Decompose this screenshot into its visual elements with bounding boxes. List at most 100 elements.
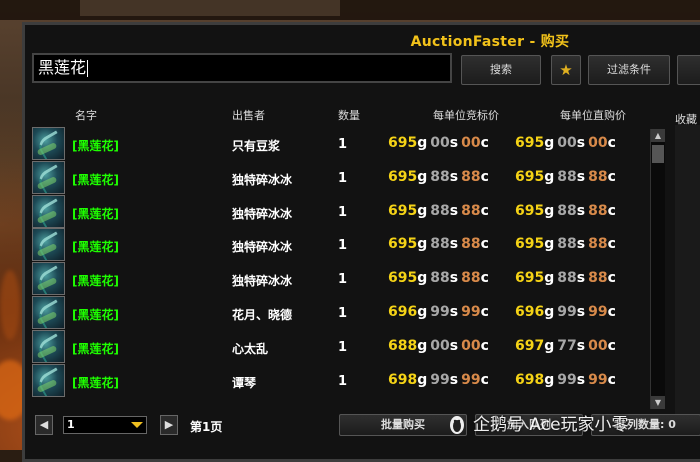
currency-c-label: c — [607, 236, 616, 253]
currency-c-label: c — [480, 337, 489, 354]
extra-button[interactable] — [677, 55, 700, 85]
black-lotus-icon[interactable] — [32, 329, 65, 363]
col-header-seller[interactable]: 出售者 — [232, 107, 265, 123]
search-button[interactable]: 搜索 — [461, 55, 541, 85]
buyout-g-value: 698 — [515, 371, 545, 388]
table-row[interactable]: [黑莲花] 独特碎冰冰 1 695g 88s 88c 695g 88s 88c — [32, 228, 652, 262]
seller-name: 只有豆浆 — [232, 139, 281, 153]
bid-s-value: 88 — [430, 270, 450, 287]
item-name[interactable]: [黑莲花] — [72, 340, 119, 357]
favorites-panel — [675, 125, 700, 415]
bid-price: 695g 88s 88c — [388, 169, 492, 185]
item-name[interactable]: [黑莲花] — [72, 272, 119, 289]
item-name[interactable]: [黑莲花] — [72, 306, 119, 323]
buyout-c-value: 99 — [588, 371, 608, 388]
seller-name: 独特碎冰冰 — [232, 206, 293, 221]
currency-g-label: g — [417, 337, 428, 354]
currency-c-label: c — [607, 337, 616, 354]
black-lotus-icon[interactable] — [32, 228, 65, 262]
quantity: 1 — [338, 272, 348, 288]
table-row[interactable]: [黑莲花] 心太乱 1 688g 00s 00c 697g 77s 00c — [32, 329, 652, 364]
table-row[interactable]: [黑莲花] 独特碎冰冰 1 695g 88s 88c 695g 88s 88c — [32, 262, 652, 296]
currency-c-label: c — [607, 304, 616, 320]
table-row[interactable]: [黑莲花] 花月、晓德 1 696g 99s 99c 696g 99s 99c — [32, 296, 652, 330]
bid-s-value: 99 — [430, 304, 450, 320]
currency-g-label: g — [544, 304, 555, 320]
bid-s-value: 00 — [430, 135, 450, 151]
currency-c-label: c — [480, 202, 489, 219]
item-name[interactable]: [黑莲花] — [72, 205, 119, 222]
col-header-bid[interactable]: 每单位竞标价 — [433, 107, 499, 123]
black-lotus-icon[interactable] — [32, 160, 65, 194]
arrow-right-icon[interactable]: ▶ — [160, 415, 178, 435]
quantity: 1 — [338, 238, 348, 254]
currency-s-label: s — [449, 168, 459, 185]
buyout-s-value: 00 — [557, 135, 577, 151]
item-name[interactable]: [黑莲花] — [72, 137, 119, 154]
favorite-button[interactable]: ★ — [551, 55, 581, 85]
col-header-buyout[interactable]: 每单位直购价 — [560, 107, 626, 123]
table-row[interactable]: [黑莲花] 谭琴 1 698g 99s 99c 698g 99s 99c — [32, 363, 652, 398]
currency-g-label: g — [417, 371, 428, 388]
results-scrollbar[interactable]: ▲ ▼ — [650, 129, 665, 409]
buyout-c-value: 88 — [588, 202, 608, 219]
quantity: 1 — [338, 204, 348, 220]
buyout-c-value: 00 — [588, 337, 608, 354]
currency-s-label: s — [576, 337, 586, 354]
buyout-c-value: 88 — [588, 168, 608, 185]
col-header-qty[interactable]: 数量 — [338, 107, 360, 123]
buyout-s-value: 88 — [557, 168, 577, 185]
black-lotus-icon[interactable] — [32, 363, 65, 397]
item-name[interactable]: [黑莲花] — [72, 238, 119, 255]
scroll-up-icon[interactable]: ▲ — [651, 129, 665, 142]
window-title: AuctionFaster - 购买 — [410, 34, 570, 50]
buyout-price: 695g 88s 88c — [515, 236, 619, 252]
filter-button[interactable]: 过滤条件 — [588, 55, 670, 85]
table-row[interactable]: [黑莲花] 独特碎冰冰 1 695g 88s 88c 695g 88s 88c — [32, 194, 652, 229]
buyout-price: 696g 99s 99c — [515, 304, 619, 320]
col-header-name[interactable]: 名字 — [75, 107, 97, 123]
currency-g-label: g — [417, 236, 428, 253]
currency-c-label: c — [480, 270, 489, 287]
page-dropdown[interactable]: 1 — [63, 416, 147, 434]
quantity: 1 — [338, 339, 348, 355]
black-lotus-icon[interactable] — [32, 194, 65, 228]
scroll-thumb[interactable] — [652, 145, 664, 163]
buyout-g-value: 695 — [515, 236, 545, 253]
bid-price: 695g 88s 88c — [388, 236, 492, 252]
bid-c-value: 99 — [461, 371, 481, 388]
item-name[interactable]: [黑莲花] — [72, 171, 119, 188]
currency-c-label: c — [480, 135, 489, 151]
table-row[interactable]: [黑莲花] 只有豆浆 1 695g 00s 00c 695g 00s 00c — [32, 127, 652, 161]
bid-s-value: 88 — [430, 202, 450, 219]
arrow-left-icon[interactable]: ◀ — [35, 415, 53, 435]
watermark-text: 企鹅号 Ace玩家小零 — [473, 415, 629, 435]
seller-name: 独特碎冰冰 — [232, 274, 293, 289]
bid-price: 698g 99s 99c — [388, 372, 492, 388]
black-lotus-icon[interactable] — [32, 262, 65, 296]
page-dropdown-value: 1 — [67, 418, 75, 431]
search-input[interactable]: 黑莲花 — [32, 53, 452, 83]
scroll-down-icon[interactable]: ▼ — [651, 396, 665, 409]
buyout-g-value: 695 — [515, 135, 545, 151]
penguin-icon — [450, 416, 464, 434]
buyout-price: 695g 88s 88c — [515, 270, 619, 286]
black-lotus-icon[interactable] — [32, 296, 65, 329]
currency-s-label: s — [449, 304, 459, 320]
buyout-c-value: 99 — [588, 304, 608, 320]
item-name[interactable]: [黑莲花] — [72, 374, 119, 391]
bid-c-value: 88 — [461, 236, 481, 253]
currency-g-label: g — [544, 135, 555, 151]
quantity: 1 — [338, 170, 348, 186]
currency-g-label: g — [417, 304, 428, 320]
bid-c-value: 99 — [461, 304, 481, 320]
quantity: 1 — [338, 373, 348, 389]
currency-c-label: c — [607, 270, 616, 287]
bid-c-value: 88 — [461, 168, 481, 185]
currency-s-label: s — [449, 202, 459, 219]
bid-price: 695g 88s 88c — [388, 270, 492, 286]
currency-g-label: g — [544, 371, 555, 388]
black-lotus-icon[interactable] — [32, 127, 65, 160]
table-row[interactable]: [黑莲花] 独特碎冰冰 1 695g 88s 88c 695g 88s 88c — [32, 160, 652, 195]
quantity: 1 — [338, 137, 348, 152]
